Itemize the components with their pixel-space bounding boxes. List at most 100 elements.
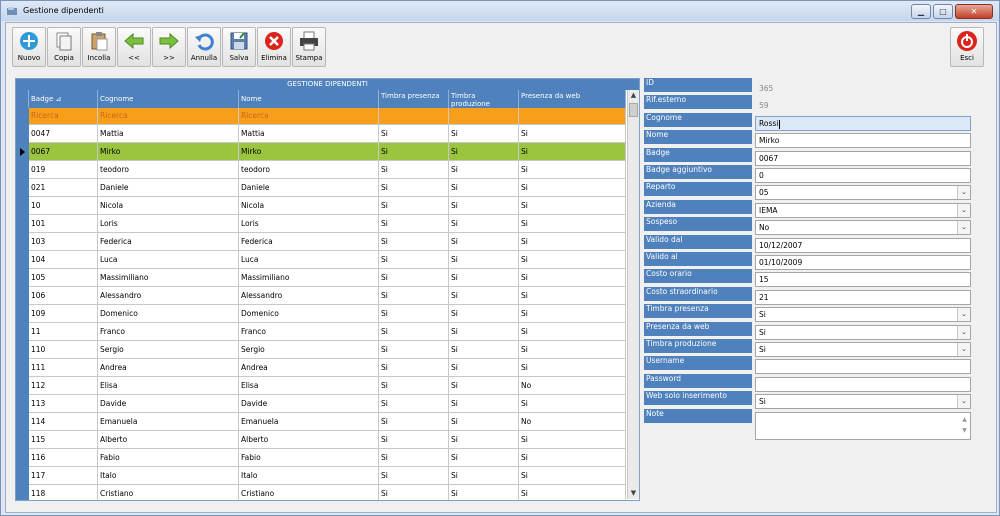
table-cell[interactable]: Si <box>449 323 519 340</box>
row-selector[interactable] <box>16 395 29 413</box>
table-cell[interactable]: 114 <box>29 413 98 430</box>
table-cell[interactable]: Si <box>379 233 449 250</box>
row-selector[interactable] <box>16 323 29 341</box>
table-cell[interactable]: 10 <box>29 197 98 214</box>
table-cell[interactable]: Mirko <box>98 143 239 160</box>
table-row[interactable]: 117 Italo Italo Si Si Si <box>16 467 626 485</box>
column-header[interactable]: Timbra presenza <box>379 90 449 108</box>
table-cell[interactable]: Si <box>449 467 519 484</box>
table-cell[interactable]: Si <box>379 359 449 376</box>
copy-button[interactable]: Copia <box>47 27 81 67</box>
badge-aggiuntivo-field[interactable]: 0 <box>755 168 971 183</box>
table-cell[interactable]: Si <box>519 359 626 376</box>
table-cell[interactable]: 104 <box>29 251 98 268</box>
row-selector[interactable] <box>16 179 29 197</box>
table-cell[interactable]: Alessandro <box>239 287 379 304</box>
table-cell[interactable]: 105 <box>29 269 98 286</box>
table-cell[interactable]: Massimiliano <box>239 269 379 286</box>
chevron-down-icon[interactable]: ⌄ <box>957 343 970 356</box>
row-selector[interactable] <box>16 467 29 485</box>
table-cell[interactable]: 113 <box>29 395 98 412</box>
table-row[interactable]: 021 Daniele Daniele Si Si Si <box>16 179 626 197</box>
badge-field[interactable]: 0067 <box>755 151 971 166</box>
table-cell[interactable]: Si <box>379 161 449 178</box>
table-cell[interactable]: Si <box>379 467 449 484</box>
table-cell[interactable]: Si <box>379 413 449 430</box>
table-cell[interactable]: Si <box>519 341 626 358</box>
table-row[interactable]: 114 Emanuela Emanuela Si Si No <box>16 413 626 431</box>
table-cell[interactable]: Mattia <box>239 125 379 142</box>
web-solo-inserimento-select[interactable]: Si ⌄ <box>755 394 971 409</box>
timbra-produzione-select[interactable]: Si ⌄ <box>755 342 971 357</box>
table-cell[interactable]: Luca <box>98 251 239 268</box>
table-cell[interactable]: 112 <box>29 377 98 394</box>
table-cell[interactable]: Si <box>449 395 519 412</box>
table-cell[interactable]: Fabio <box>239 449 379 466</box>
table-cell[interactable]: Si <box>519 323 626 340</box>
table-cell[interactable]: Daniele <box>98 179 239 196</box>
row-selector[interactable] <box>16 377 29 395</box>
chevron-down-icon[interactable]: ⌄ <box>957 221 970 234</box>
timbra-presenza-select[interactable]: Si ⌄ <box>755 307 971 322</box>
table-cell[interactable]: Si <box>379 179 449 196</box>
table-cell[interactable]: 116 <box>29 449 98 466</box>
table-cell[interactable]: No <box>519 377 626 394</box>
table-cell[interactable]: Luca <box>239 251 379 268</box>
table-cell[interactable]: Davide <box>239 395 379 412</box>
table-row[interactable]: 11 Franco Franco Si Si Si <box>16 323 626 341</box>
table-cell[interactable]: Si <box>379 125 449 142</box>
table-cell[interactable]: 11 <box>29 323 98 340</box>
table-cell[interactable]: Si <box>449 485 519 500</box>
column-header[interactable]: Nome <box>239 90 379 108</box>
table-cell[interactable]: 117 <box>29 467 98 484</box>
table-row[interactable]: 116 Fabio Fabio Si Si Si <box>16 449 626 467</box>
table-cell[interactable]: Si <box>379 197 449 214</box>
table-cell[interactable]: Si <box>519 485 626 500</box>
table-row[interactable]: 115 Alberto Alberto Si Si Si <box>16 431 626 449</box>
chevron-down-icon[interactable]: ⌄ <box>957 186 970 199</box>
table-cell[interactable]: Si <box>379 143 449 160</box>
row-selector[interactable] <box>16 251 29 269</box>
table-row[interactable]: 0047 Mattia Mattia Si Si Si <box>16 125 626 143</box>
column-header[interactable]: Cognome <box>98 90 239 108</box>
table-cell[interactable]: Emanuela <box>239 413 379 430</box>
row-selector[interactable] <box>16 287 29 305</box>
table-cell[interactable]: Si <box>519 449 626 466</box>
nome-field[interactable]: Mirko <box>755 133 971 148</box>
table-row[interactable]: 113 Davide Davide Si Si Si <box>16 395 626 413</box>
table-cell[interactable]: Mattia <box>98 125 239 142</box>
cognome-field[interactable]: Rossi <box>755 116 971 131</box>
delete-button[interactable]: Elimina <box>257 27 291 67</box>
filter-cell[interactable]: Ricerca <box>239 108 379 124</box>
table-cell[interactable]: 101 <box>29 215 98 232</box>
table-cell[interactable]: Si <box>519 215 626 232</box>
row-selector[interactable] <box>16 359 29 377</box>
table-cell[interactable]: Federica <box>98 233 239 250</box>
scroll-thumb[interactable] <box>629 103 638 117</box>
table-cell[interactable]: Si <box>449 305 519 322</box>
table-cell[interactable]: 106 <box>29 287 98 304</box>
table-row[interactable]: 109 Domenico Domenico Si Si Si <box>16 305 626 323</box>
table-cell[interactable]: Franco <box>239 323 379 340</box>
new-button[interactable]: Nuovo <box>12 27 46 67</box>
table-cell[interactable]: 115 <box>29 431 98 448</box>
table-cell[interactable]: Andrea <box>239 359 379 376</box>
table-cell[interactable]: Si <box>449 359 519 376</box>
row-selector[interactable] <box>16 143 29 161</box>
paste-button[interactable]: Incolla <box>82 27 116 67</box>
table-cell[interactable]: Nicola <box>239 197 379 214</box>
table-cell[interactable]: Massimiliano <box>98 269 239 286</box>
table-cell[interactable]: Si <box>449 143 519 160</box>
table-row[interactable]: 019 teodoro teodoro Si Si Si <box>16 161 626 179</box>
table-cell[interactable]: 110 <box>29 341 98 358</box>
table-row[interactable]: 104 Luca Luca Si Si Si <box>16 251 626 269</box>
table-row[interactable]: 111 Andrea Andrea Si Si Si <box>16 359 626 377</box>
table-row[interactable]: 118 Cristiano Cristiano Si Si Si <box>16 485 626 500</box>
table-row[interactable]: 101 Loris Loris Si Si Si <box>16 215 626 233</box>
table-cell[interactable]: Si <box>449 215 519 232</box>
table-row[interactable]: 110 Sergio Sergio Si Si Si <box>16 341 626 359</box>
undo-button[interactable]: Annulla <box>187 27 221 67</box>
scroll-down-icon[interactable]: ▼ <box>628 488 639 499</box>
print-button[interactable]: Stampa <box>292 27 326 67</box>
table-cell[interactable]: Elisa <box>239 377 379 394</box>
